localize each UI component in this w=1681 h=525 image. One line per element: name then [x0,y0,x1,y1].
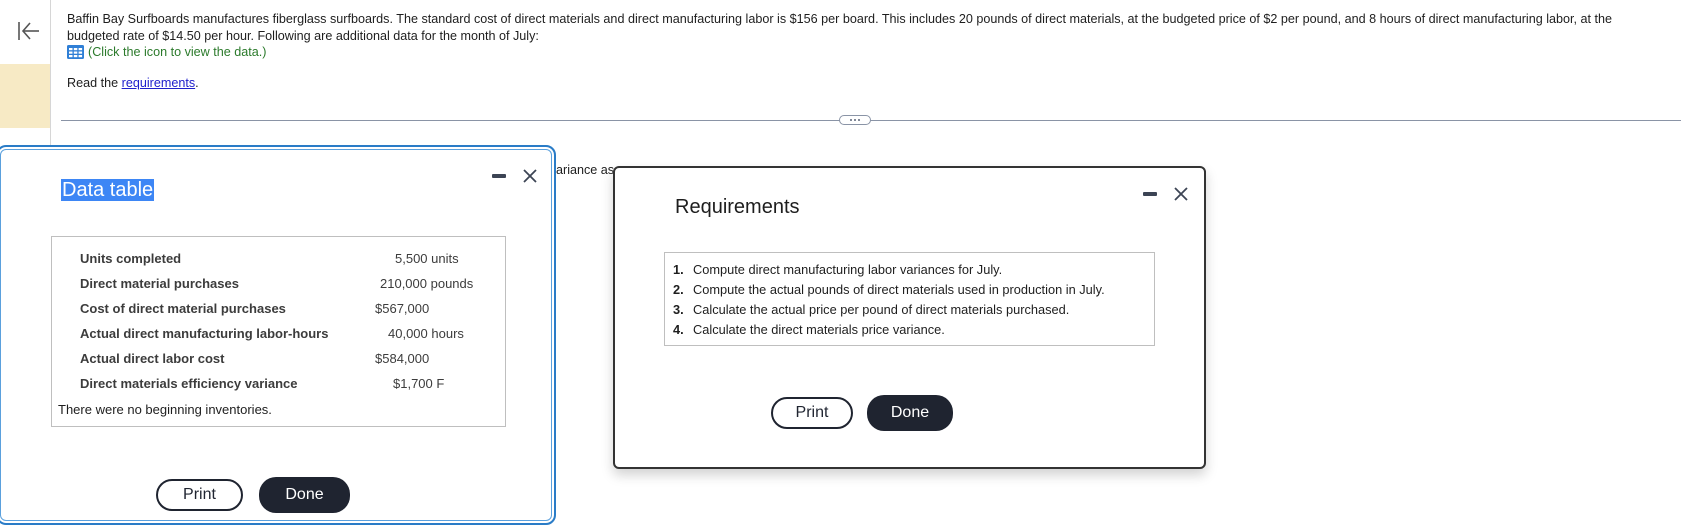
requirement-number: 4. [673,322,684,337]
table-row: Units completed 5,500 units [52,251,505,271]
close-icon[interactable] [1173,186,1189,202]
print-button[interactable]: Print [156,479,243,511]
data-table: Units completed 5,500 units Direct mater… [51,236,506,427]
requirement-text: Calculate the actual price per pound of … [693,302,1070,317]
done-button[interactable]: Done [867,395,953,431]
row-label: Actual direct labor cost [80,351,225,366]
pane-divider [61,120,1681,121]
requirements-link[interactable]: requirements [122,76,196,90]
data-table-modal: Data table Units completed 5,500 units D… [0,145,556,525]
table-grid-icon[interactable] [67,45,84,59]
row-value: 40,000 hours [388,326,464,341]
requirement-text: Compute direct manufacturing labor varia… [693,262,1003,277]
minimize-icon[interactable] [1143,192,1157,196]
row-label: Actual direct manufacturing labor-hours [80,326,329,341]
row-value: 210,000 pounds [380,276,474,291]
requirements-modal: Requirements 1. Compute direct manufactur… [613,166,1206,469]
requirement-number: 2. [673,282,684,297]
problem-statement: Baffin Bay Surfboards manufactures fiber… [67,12,1613,43]
table-row: Cost of direct material purchases $567,0… [52,301,505,321]
requirement-item: 2. Compute the actual pounds of direct ma… [673,282,1105,297]
data-link-text[interactable]: (Click the icon to view the data.) [88,45,267,59]
table-row: Actual direct manufacturing labor-hours … [52,326,505,346]
row-label: Direct material purchases [80,276,239,291]
read-suffix: . [195,76,199,90]
inventory-note: There were no beginning inventories. [58,402,272,417]
row-value: $567,000 [375,301,430,316]
minimize-icon[interactable] [492,174,506,178]
requirement-number: 3. [673,302,684,317]
row-label: Units completed [80,251,182,266]
collapse-left-icon[interactable] [15,18,41,44]
read-requirements-row: Read the requirements. [67,76,199,90]
requirement-number: 1. [673,262,684,277]
requirements-title: Requirements [675,196,800,218]
row-value: 5,500 units [395,251,459,266]
requirement-item: 3. Calculate the actual price per pound o… [673,302,1069,317]
row-value: $584,000 [375,351,430,366]
requirement-text: Calculate the direct materials price var… [693,322,945,337]
requirements-list: 1. Compute direct manufacturing labor var… [664,252,1155,346]
requirement-item: 1. Compute direct manufacturing labor var… [673,262,1002,277]
sidebar-active-item[interactable] [0,64,50,128]
close-icon[interactable] [522,168,538,184]
row-label: Direct materials efficiency variance [80,376,298,391]
requirement-text: Compute the actual pounds of direct mate… [693,282,1105,297]
read-prefix: Read the [67,76,122,90]
data-link-row: (Click the icon to view the data.) [67,45,267,59]
data-table-title: Data table [61,179,155,201]
row-label: Cost of direct material purchases [80,301,286,316]
row-value: $1,700 F [393,376,445,391]
table-row: Direct material purchases 210,000 pounds [52,276,505,296]
table-row: Actual direct labor cost $584,000 [52,351,505,371]
divider-drag-handle[interactable] [839,115,871,125]
table-row: Direct materials efficiency variance $1,… [52,376,505,396]
print-button[interactable]: Print [771,397,853,429]
done-button[interactable]: Done [259,477,350,513]
requirement-item: 4. Calculate the direct materials price v… [673,322,945,337]
